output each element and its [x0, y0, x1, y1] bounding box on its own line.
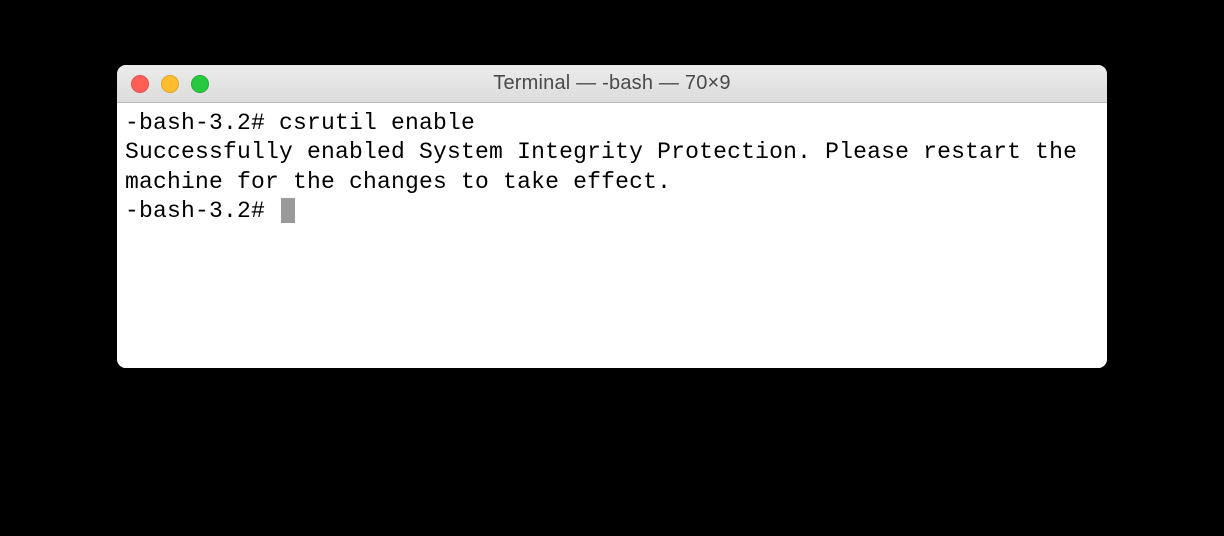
- window-title: Terminal — -bash — 70×9: [117, 72, 1107, 95]
- close-icon[interactable]: [131, 75, 149, 93]
- shell-output: Successfully enabled System Integrity Pr…: [125, 138, 1099, 197]
- terminal-window: Terminal — -bash — 70×9 -bash-3.2# csrut…: [117, 65, 1107, 368]
- text-cursor: [281, 198, 295, 223]
- minimize-icon[interactable]: [161, 75, 179, 93]
- shell-prompt: -bash-3.2#: [125, 110, 279, 136]
- window-titlebar[interactable]: Terminal — -bash — 70×9: [117, 65, 1107, 103]
- terminal-content[interactable]: -bash-3.2# csrutil enableSuccessfully en…: [117, 103, 1107, 368]
- traffic-lights: [117, 75, 209, 93]
- zoom-icon[interactable]: [191, 75, 209, 93]
- shell-command: csrutil enable: [279, 110, 475, 136]
- shell-prompt: -bash-3.2#: [125, 198, 279, 224]
